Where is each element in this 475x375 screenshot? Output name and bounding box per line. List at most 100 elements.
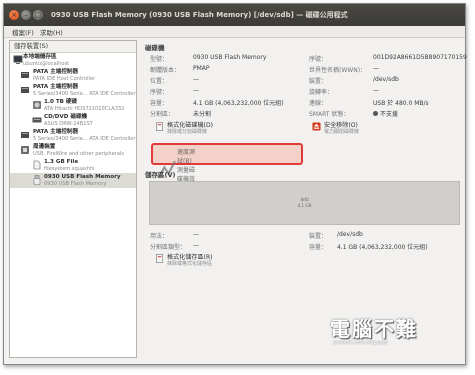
drive-location-label: 位置： xyxy=(150,78,169,85)
safe-removal-button[interactable]: 安全移除(O) 電力關閉磁碟機 xyxy=(312,122,359,135)
title-bar[interactable]: × – □ 0930 USB Flash Memory (0930 USB Fl… xyxy=(4,4,465,26)
drive-smart-value: 不支援 xyxy=(380,111,399,118)
tree-item-detail: PATA IDE Host Controller xyxy=(33,76,96,82)
tree-item-hard-disk[interactable]: 1.0 TB 硬碟 ATA Hitachi HDS721010CLA332 xyxy=(10,98,136,113)
benchmark-title: 速度測試(B) xyxy=(177,149,196,165)
format-icon xyxy=(156,122,163,131)
tree-item-label: PATA 主端控制器 xyxy=(33,69,79,75)
drive-smart-status: 不支援 xyxy=(373,109,398,118)
volume-usage-value: — xyxy=(193,231,199,238)
close-button[interactable]: × xyxy=(9,10,19,20)
tree-item-label: PATA 主端控制器 xyxy=(33,84,79,90)
drive-serial-label-left: 序號： xyxy=(150,89,169,96)
tree-item-pata-controller-3[interactable]: PATA 主端控制器 5 Series/3400 Serie... ATA ID… xyxy=(10,128,136,143)
drive-partitioning-value: 未分割 xyxy=(193,111,212,118)
drive-section-title: 磁碟機 xyxy=(145,44,165,52)
watermark-title: 電腦不難 xyxy=(330,317,418,341)
menu-bar: 檔案(F) 求助(H) xyxy=(4,26,465,38)
tree-item-pata-controller-2[interactable]: PATA 主端控制器 5 Series/3400 Serie... ATA ID… xyxy=(10,83,136,98)
drive-rotation-label: 旋轉率： xyxy=(309,89,334,96)
smart-status-icon xyxy=(373,111,378,116)
drive-serial-value: 001D92A8661D5B8907170159 xyxy=(373,54,467,61)
drive-wwn-label: 世界性名稱(WWN)： xyxy=(309,67,367,74)
drive-device-value: /dev/sdb xyxy=(373,76,399,83)
tree-item-label: 1.3 GB File xyxy=(44,159,79,165)
safe-removal-desc: 電力關閉磁碟機 xyxy=(324,129,360,135)
tree-item-peripherals[interactable]: 周邊裝置 USB, FireWire and other peripherals xyxy=(10,143,136,158)
menu-file[interactable]: 檔案(F) xyxy=(12,27,34,37)
eject-icon xyxy=(312,122,321,131)
drive-capacity-label: 容量： xyxy=(150,100,169,107)
computer-icon xyxy=(13,55,23,65)
format-icon xyxy=(156,254,163,263)
chip-icon xyxy=(20,130,30,140)
tree-item-label: 0930 USB Flash Memory xyxy=(44,174,121,180)
drive-wwn-value: — xyxy=(373,65,379,72)
tree-item-label: 1.0 TB 硬碟 xyxy=(44,99,78,105)
watermark-logo: 電腦不難 pcnoshi.com.blogspot xyxy=(330,313,455,361)
menu-help[interactable]: 求助(H) xyxy=(40,27,63,37)
tree-item-detail: 5 Series/3400 Serie... ATA IDE Controlle… xyxy=(33,91,136,97)
volume-capacity-label: 容量： xyxy=(309,244,328,251)
usb-drive-icon xyxy=(32,175,42,185)
drive-connection-label: 連線： xyxy=(309,100,328,107)
tree-item-detail: 5 Series/3400 Serie... ATA IDE Controlle… xyxy=(33,136,136,142)
safe-removal-title: 安全移除(O) xyxy=(324,122,358,129)
tree-item-label: 本地端儲存區 xyxy=(23,54,57,60)
window-controls: × – □ xyxy=(9,10,43,20)
drive-capacity-value: 4.1 GB (4,063,232,000 位元組) xyxy=(193,100,284,107)
tree-item-detail: ASUS DRW-24B1ST xyxy=(44,121,93,127)
format-volume-desc: 抹除或格式化儲存區 xyxy=(167,261,213,267)
drive-firmware-value: PMAP xyxy=(193,65,210,72)
tree-item-detail: filesystem.squashfs xyxy=(44,166,95,172)
chip-icon xyxy=(20,85,30,95)
maximize-button[interactable]: □ xyxy=(33,10,43,20)
drive-serial-label: 序號： xyxy=(309,56,328,63)
volume-device-value: /dev/sdb xyxy=(337,231,363,238)
tree-item-detail: ATA Hitachi HDS721010CLA332 xyxy=(44,106,125,112)
format-drive-desc: 抹除或分割磁碟機 xyxy=(167,129,208,135)
tree-item-local-storage[interactable]: 本地端儲存區 ubuntu@localhost xyxy=(10,53,136,68)
minimize-button[interactable]: – xyxy=(21,10,31,20)
tree-item-label: CD/DVD 磁碟機 xyxy=(44,114,88,120)
tree-item-detail: USB, FireWire and other peripherals xyxy=(33,151,125,157)
drive-device-label: 裝置： xyxy=(309,78,328,85)
drive-rotation-value: — xyxy=(373,87,379,94)
volumes-section-title: 儲存區(V) xyxy=(145,171,176,179)
format-volume-button[interactable]: 格式化儲存區(R) 抹除或格式化儲存區 xyxy=(155,254,213,267)
volume-bar-size: 4.1 GB xyxy=(297,203,312,208)
format-drive-button[interactable]: 格式化磁碟機(D) 抹除或分割磁碟機 xyxy=(155,122,213,135)
drive-smart-label: SMART 狀態： xyxy=(309,111,350,118)
tree-item-usb-flash-selected[interactable]: 0930 USB Flash Memory 0930 USB Flash Mem… xyxy=(10,173,136,188)
device-tree-header: 儲存裝置(S) xyxy=(10,41,136,53)
device-tree[interactable]: 儲存裝置(S) 本地端儲存區 ubuntu@localhost PATA 主端控… xyxy=(9,40,137,358)
tree-item-detail: ubuntu@localhost xyxy=(23,61,70,67)
main-window: × – □ 0930 USB Flash Memory (0930 USB Fl… xyxy=(3,3,467,365)
benchmark-button-highlighted[interactable]: 速度測試(B) 測量磁碟機效能 xyxy=(151,143,303,192)
chip-icon xyxy=(20,70,30,80)
tree-item-pata-controller-1[interactable]: PATA 主端控制器 PATA IDE Host Controller xyxy=(10,68,136,83)
volume-bar[interactable]: 未知 4.1 GB xyxy=(149,181,460,225)
drive-model-value: 0930 USB Flash Memory xyxy=(193,54,267,61)
drive-serial-value-left: — xyxy=(193,87,199,94)
format-volume-title: 格式化儲存區(R) xyxy=(167,254,213,261)
volume-partition-type-label: 分割區類型： xyxy=(150,244,187,251)
volume-device-label: 裝置： xyxy=(309,233,328,240)
drive-partitioning-label: 分割區： xyxy=(150,111,175,118)
drive-firmware-label: 韌體版本： xyxy=(150,67,181,74)
tree-item-cdrom[interactable]: CD/DVD 磁碟機 ASUS DRW-24B1ST xyxy=(10,113,136,128)
details-pane: 磁碟機 型號： 0930 USB Flash Memory 韌體版本： PMAP… xyxy=(141,40,467,358)
tree-item-squashfs-file[interactable]: 1.3 GB File filesystem.squashfs xyxy=(10,158,136,173)
volume-partition-type-value: — xyxy=(193,242,199,249)
tree-item-label: PATA 主端控制器 xyxy=(33,129,79,135)
drive-connection-value: USB 於 480.0 MB/s xyxy=(373,100,429,107)
drive-location-value: — xyxy=(193,76,199,83)
tree-item-detail: 0930 USB Flash Memory xyxy=(44,181,107,187)
cdrom-icon xyxy=(32,115,42,125)
format-drive-title: 格式化磁碟機(D) xyxy=(167,122,214,129)
volume-usage-label: 用法： xyxy=(150,233,169,240)
harddisk-icon xyxy=(32,100,42,110)
file-icon xyxy=(32,160,42,170)
tree-item-label: 周邊裝置 xyxy=(33,144,56,150)
window-title: 0930 USB Flash Memory (0930 USB Flash Me… xyxy=(51,11,348,19)
